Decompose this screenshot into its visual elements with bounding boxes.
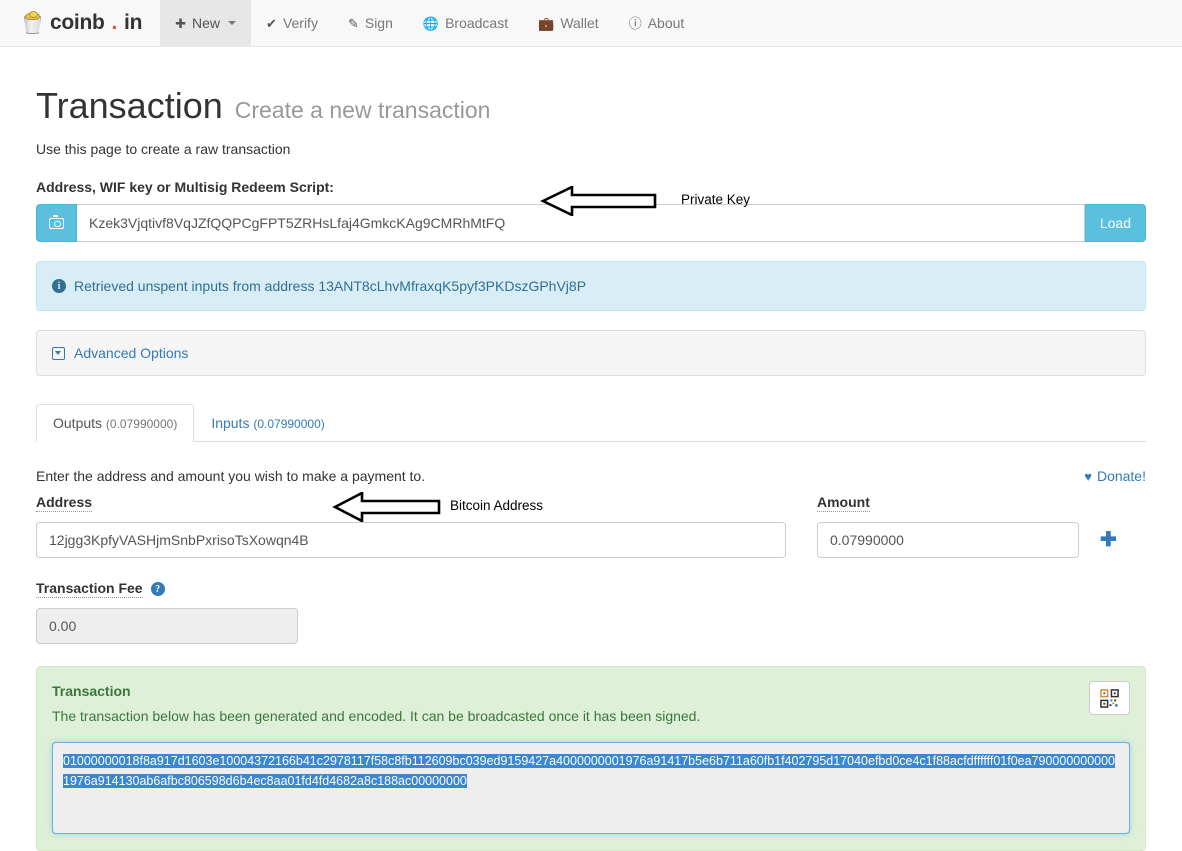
transaction-result-panel: Transaction The transaction below has be… (36, 666, 1146, 851)
outputs-inputs-tabs: Outputs (0.07990000) Inputs (0.07990000) (36, 404, 1146, 442)
plus-icon: ✚ (175, 17, 186, 30)
page-subtitle: Create a new transaction (235, 97, 491, 124)
tab-outputs[interactable]: Outputs (0.07990000) (36, 404, 194, 442)
private-key-annotation-label: Private Key (681, 192, 750, 207)
wif-key-input[interactable] (77, 204, 1085, 242)
brand-dot: . (112, 11, 118, 35)
add-output-button[interactable]: ✚ (1100, 530, 1117, 550)
raw-transaction-textarea[interactable]: 01000000018f8a917d1603e10004372166b41c29… (52, 742, 1130, 834)
nav-item-broadcast[interactable]: 🌐 Broadcast (408, 0, 523, 46)
qr-code-icon (1100, 689, 1119, 708)
unspent-inputs-alert: i Retrieved unspent inputs from address … (36, 261, 1146, 311)
qr-code-button[interactable] (1089, 681, 1130, 715)
brand-logo[interactable]: coinb.in (0, 0, 160, 46)
briefcase-icon: 💼 (538, 17, 554, 30)
brand-text: coinb (50, 11, 105, 35)
page-header: Transaction Create a new transaction Use… (36, 47, 1146, 157)
nav-items: ✚ New ✔ Verify ✎ Sign 🌐 Broadcast 💼 Wall… (160, 0, 699, 46)
bitcoin-address-annotation-label: Bitcoin Address (450, 498, 543, 513)
tab-amount: (0.07990000) (253, 417, 324, 431)
nav-item-label: About (648, 15, 685, 31)
expand-caret-box-icon (52, 347, 65, 360)
nav-item-label: New (192, 15, 220, 31)
nav-item-new[interactable]: ✚ New (160, 0, 251, 46)
brand-tld: in (124, 11, 142, 35)
alert-address: 13ANT8cLhvMfraxqK5pyf3PKDszGPhVj8P (318, 278, 586, 294)
transaction-fee-label: Transaction Fee (36, 580, 143, 598)
globe-icon: 🌐 (423, 17, 439, 30)
tab-label: Inputs (211, 415, 249, 431)
output-amount-input[interactable] (817, 522, 1079, 558)
tab-label: Outputs (53, 415, 102, 431)
nav-item-verify[interactable]: ✔ Verify (251, 0, 333, 46)
nav-item-sign[interactable]: ✎ Sign (333, 0, 408, 46)
top-navbar: coinb.in ✚ New ✔ Verify ✎ Sign 🌐 Broadca… (0, 0, 1182, 47)
info-circle-icon: i (52, 279, 66, 293)
key-input-group: Load (36, 204, 1146, 242)
camera-icon (49, 218, 64, 229)
transaction-fee-input (36, 608, 298, 644)
transaction-panel-text: The transaction below has been generated… (52, 708, 1130, 724)
chevron-down-icon (228, 21, 236, 25)
outputs-description: Enter the address and amount you wish to… (36, 468, 425, 484)
tab-amount: (0.07990000) (106, 417, 177, 431)
nav-item-about[interactable]: ⓘ About (614, 0, 700, 46)
alert-text: Retrieved unspent inputs from address 13… (74, 278, 586, 294)
pencil-icon: ✎ (348, 17, 359, 30)
advanced-options-panel[interactable]: Advanced Options (36, 330, 1146, 376)
address-label: Address (36, 494, 92, 512)
main-container: Transaction Create a new transaction Use… (21, 47, 1161, 851)
info-icon: ⓘ (629, 17, 642, 30)
outputs-header-row: Enter the address and amount you wish to… (36, 468, 1146, 484)
donate-link[interactable]: ♥ Donate! (1084, 468, 1146, 484)
page-title-main: Transaction (36, 85, 223, 127)
advanced-options-label[interactable]: Advanced Options (74, 345, 188, 361)
output-fields-row: Address Amount ✚ (36, 494, 1146, 558)
nav-item-wallet[interactable]: 💼 Wallet (523, 0, 614, 46)
transaction-fee-wrap: Transaction Fee ? (36, 580, 1146, 644)
raw-transaction-hex: 01000000018f8a917d1603e10004372166b41c29… (63, 754, 1115, 788)
camera-button[interactable] (36, 204, 77, 242)
load-button[interactable]: Load (1085, 204, 1146, 242)
transaction-fee-head: Transaction Fee ? (36, 580, 1146, 598)
key-input-label: Address, WIF key or Multisig Redeem Scri… (36, 179, 1146, 195)
page-lead: Use this page to create a raw transactio… (36, 141, 1146, 157)
transaction-panel-title: Transaction (52, 683, 1130, 699)
question-mark-icon[interactable]: ? (151, 582, 165, 596)
address-field-wrap: Address (36, 494, 786, 558)
output-address-input[interactable] (36, 522, 786, 558)
page-root: coinb.in ✚ New ✔ Verify ✎ Sign 🌐 Broadca… (0, 0, 1182, 851)
nav-item-label: Wallet (560, 15, 598, 31)
donate-label: Donate! (1097, 468, 1146, 484)
amount-field-wrap: Amount (817, 494, 1079, 558)
nav-item-label: Verify (283, 15, 318, 31)
tab-inputs[interactable]: Inputs (0.07990000) (194, 404, 341, 442)
check-icon: ✔ (266, 17, 277, 30)
nav-item-label: Sign (365, 15, 393, 31)
bucket-of-coins-icon (22, 11, 43, 35)
amount-label: Amount (817, 494, 870, 512)
heart-icon: ♥ (1084, 469, 1092, 484)
page-title: Transaction Create a new transaction (36, 85, 1146, 127)
nav-item-label: Broadcast (445, 15, 508, 31)
